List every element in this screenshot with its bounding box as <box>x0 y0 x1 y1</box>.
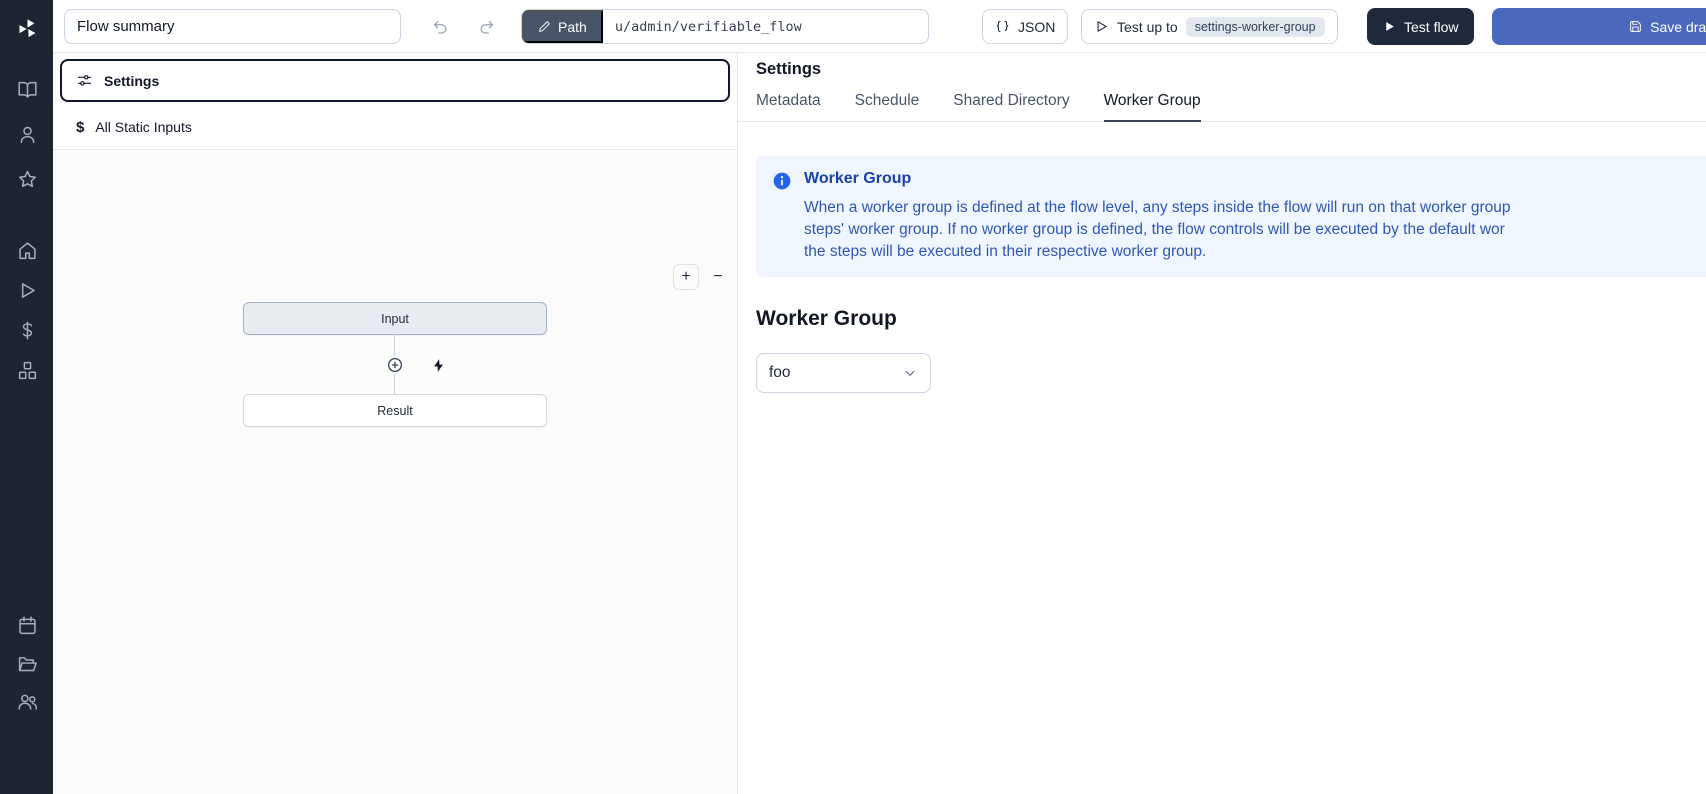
sidebar-favorites-button[interactable] <box>15 167 39 191</box>
dollar-icon <box>17 320 38 341</box>
add-trigger-button[interactable] <box>430 357 446 373</box>
home-icon <box>17 240 38 261</box>
flow-node-input[interactable]: Input <box>243 302 547 335</box>
json-button[interactable]: JSON <box>982 9 1068 44</box>
alert-text-line: When a worker group is defined at the fl… <box>804 197 1510 219</box>
tab-worker-group[interactable]: Worker Group <box>1104 92 1201 122</box>
play-filled-icon <box>1383 20 1396 33</box>
path-input[interactable] <box>603 10 928 43</box>
settings-panel-title: Settings <box>756 60 1706 79</box>
sliders-icon <box>76 72 93 89</box>
alert-text-line: steps' worker group. If no worker group … <box>804 219 1510 241</box>
flow-node-input-label: Input <box>381 312 409 326</box>
zoom-out-button[interactable]: − <box>705 264 731 290</box>
pencil-icon <box>538 20 551 33</box>
sidebar-user-button[interactable] <box>15 122 39 146</box>
flow-node-result-label: Result <box>377 404 412 418</box>
worker-group-select-value: foo <box>769 364 791 382</box>
chevron-down-icon <box>902 365 918 381</box>
alert-content: Worker Group When a worker group is defi… <box>804 170 1510 263</box>
all-static-inputs-button[interactable]: $ All Static Inputs <box>53 105 737 150</box>
worker-group-select[interactable]: foo <box>756 353 931 393</box>
flow-canvas[interactable]: + − Input Result <box>53 151 736 794</box>
settings-tabs: Metadata Schedule Shared Directory Worke… <box>738 92 1706 122</box>
sidebar-groups-button[interactable] <box>15 689 39 713</box>
windmill-logo-icon <box>17 18 38 39</box>
topbar: Path JSON Test up to settings-worker-gro… <box>53 0 1706 53</box>
alert-text-line: the steps will be executed in their resp… <box>804 241 1510 263</box>
windmill-logo[interactable] <box>15 16 39 40</box>
worker-group-section-title: Worker Group <box>756 307 1706 331</box>
undo-icon <box>432 18 450 36</box>
flow-summary-input[interactable] <box>64 9 401 44</box>
boxes-icon <box>17 360 38 381</box>
path-field-group: Path <box>521 9 929 44</box>
json-label: JSON <box>1018 19 1055 35</box>
save-draft-button[interactable]: Save draft <box>1492 8 1706 45</box>
save-draft-label: Save draft <box>1650 19 1706 35</box>
info-icon <box>772 171 792 191</box>
sidebar-folders-button[interactable] <box>15 651 39 675</box>
tab-metadata[interactable]: Metadata <box>756 92 821 122</box>
add-step-button[interactable] <box>386 356 404 374</box>
users-icon <box>17 691 38 712</box>
redo-icon <box>477 18 495 36</box>
sidebar-resources-button[interactable] <box>15 358 39 382</box>
play-icon <box>17 280 38 301</box>
test-flow-label: Test flow <box>1404 19 1458 35</box>
worker-group-info-alert: Worker Group When a worker group is defi… <box>756 156 1706 277</box>
user-icon <box>17 124 38 145</box>
tab-shared-directory[interactable]: Shared Directory <box>953 92 1069 122</box>
flow-settings-label: Settings <box>104 73 159 89</box>
sidebar-docs-button[interactable] <box>15 77 39 101</box>
sidebar-schedules-button[interactable] <box>15 613 39 637</box>
circle-plus-icon <box>386 356 404 374</box>
sidebar-runs-button[interactable] <box>15 278 39 302</box>
tab-schedule[interactable]: Schedule <box>855 92 920 122</box>
flow-settings-button[interactable]: Settings <box>60 59 730 102</box>
path-label: Path <box>558 19 587 35</box>
settings-panel: Settings Metadata Schedule Shared Direct… <box>738 53 1706 794</box>
test-up-to-label: Test up to <box>1117 19 1178 35</box>
test-up-to-target-badge: settings-worker-group <box>1186 17 1325 37</box>
calendar-icon <box>17 615 38 636</box>
app-sidebar <box>0 0 53 794</box>
save-icon <box>1629 20 1642 33</box>
all-static-inputs-label: All Static Inputs <box>95 119 192 135</box>
alert-title: Worker Group <box>804 170 1510 188</box>
test-up-to-button[interactable]: Test up to settings-worker-group <box>1081 9 1338 44</box>
zoom-in-button[interactable]: + <box>673 264 699 290</box>
dollar-icon: $ <box>76 119 84 136</box>
sidebar-variables-button[interactable] <box>15 318 39 342</box>
braces-icon <box>995 19 1010 34</box>
redo-button[interactable] <box>472 13 500 41</box>
flow-node-result[interactable]: Result <box>243 394 547 427</box>
play-outline-icon <box>1094 19 1109 34</box>
folder-open-icon <box>17 653 38 674</box>
sidebar-home-button[interactable] <box>15 238 39 262</box>
test-flow-button[interactable]: Test flow <box>1367 8 1474 45</box>
book-icon <box>17 79 38 100</box>
edit-path-button[interactable]: Path <box>522 10 603 43</box>
star-icon <box>17 169 38 190</box>
flow-graph-panel: Settings $ All Static Inputs + − Input R… <box>53 53 738 794</box>
bolt-icon <box>431 358 446 373</box>
undo-button[interactable] <box>427 13 455 41</box>
